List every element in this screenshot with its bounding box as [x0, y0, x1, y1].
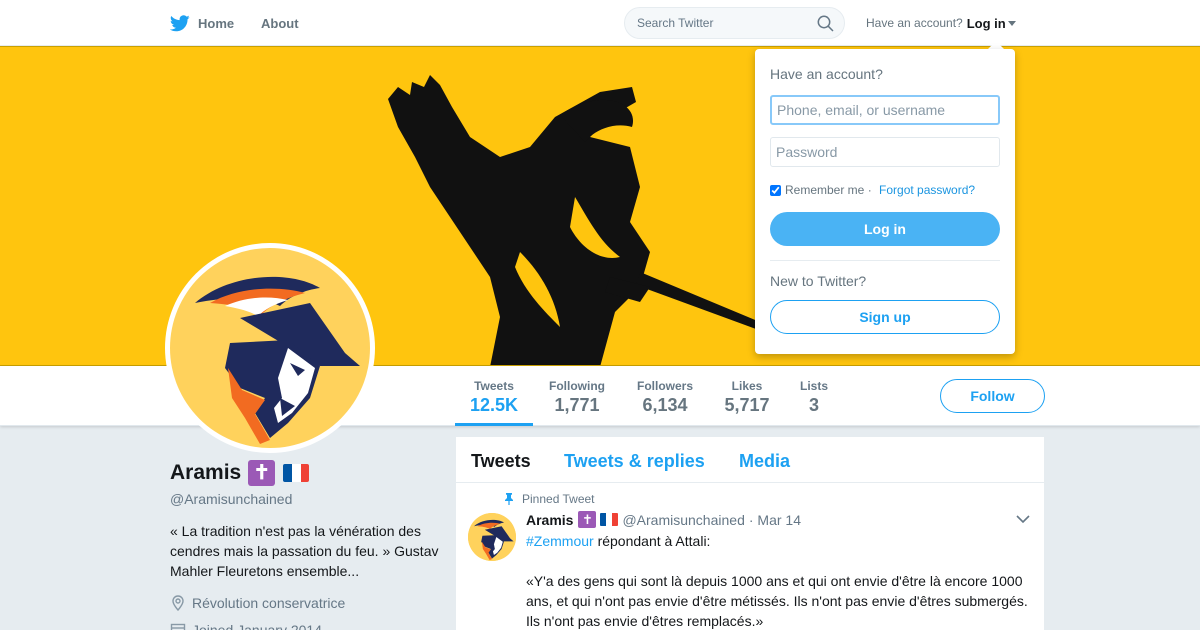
have-account-area: Have an account? Log in	[866, 0, 1016, 46]
profile-avatar[interactable]	[165, 243, 375, 453]
tweet-date[interactable]: · Mar 14	[749, 512, 801, 528]
nav-home[interactable]: Home	[170, 0, 234, 46]
stat-value: 6,134	[642, 395, 688, 415]
forgot-password-link[interactable]: Forgot password?	[879, 183, 975, 197]
location-pin-icon	[172, 595, 184, 611]
stat-label: Followers	[636, 379, 693, 393]
tweet-text: #Zemmour répondant à Attali: «Y'a des ge…	[526, 531, 1036, 630]
have-account-text: Have an account?	[866, 16, 963, 30]
profile-bio: « La tradition n'est pas la vénération d…	[170, 523, 439, 579]
france-flag-icon	[283, 464, 310, 482]
stat-following[interactable]: Following 1,771	[544, 366, 610, 426]
profile-joined-date: Joined January 2014	[170, 622, 322, 630]
chevron-down-icon[interactable]	[1016, 515, 1030, 524]
follow-button[interactable]: Follow	[940, 379, 1045, 413]
login-dropdown: Have an account? Remember me · Forgot pa…	[755, 49, 1015, 354]
top-nav-bar: Home About Have an account? Log in	[0, 0, 1200, 46]
stat-tweets[interactable]: Tweets 12.5K	[455, 366, 533, 426]
password-field[interactable]	[770, 137, 1000, 167]
stat-lists[interactable]: Lists 3	[796, 366, 832, 426]
stat-followers[interactable]: Followers 6,134	[632, 366, 698, 426]
stat-label: Following	[549, 379, 605, 393]
new-to-twitter-text: New to Twitter?	[770, 273, 867, 289]
pinned-tweet-text: Pinned Tweet	[522, 492, 595, 506]
dropdown-divider	[770, 260, 1000, 261]
search-icon[interactable]	[817, 15, 834, 32]
login-dropdown-toggle[interactable]: Log in	[967, 16, 1016, 31]
tweet-first-line: #Zemmour répondant à Attali:	[526, 531, 1036, 551]
stat-value: 1,771	[554, 395, 600, 415]
username-field[interactable]	[770, 95, 1000, 125]
signup-button[interactable]: Sign up	[770, 300, 1000, 334]
tab-media[interactable]: Media	[739, 451, 790, 472]
stat-label: Tweets	[474, 379, 514, 393]
remember-separator: ·	[864, 183, 876, 197]
tweet-first-line-text: répondant à Attali:	[593, 533, 711, 549]
twitter-bird-icon	[170, 14, 190, 31]
login-dropdown-title: Have an account?	[770, 66, 883, 82]
caret-down-icon	[1007, 20, 1016, 26]
tweet-author-avatar[interactable]	[468, 513, 516, 561]
tab-tweets-replies[interactable]: Tweets & replies	[564, 451, 705, 472]
stat-label: Lists	[799, 379, 828, 393]
profile-handle[interactable]: @Aramisunchained	[170, 491, 292, 507]
france-flag-icon	[600, 513, 619, 526]
tweet-author-handle[interactable]: @Aramisunchained	[622, 512, 744, 528]
musketeer-logo-image	[195, 276, 360, 444]
pinned-tweet-label: Pinned Tweet	[504, 492, 595, 506]
stat-label: Likes	[731, 379, 763, 393]
stat-value: 3	[808, 395, 819, 415]
nav-about[interactable]: About	[261, 0, 299, 46]
remember-me-label[interactable]: Remember me	[785, 183, 864, 197]
musketeer-logo-image	[468, 513, 516, 561]
profile-name: Aramis ✝	[170, 460, 310, 486]
login-link-label: Log in	[966, 15, 1006, 31]
search-input[interactable]	[625, 8, 805, 38]
pin-icon	[505, 493, 513, 505]
latin-cross-emoji-icon: ✝	[248, 460, 276, 486]
remember-me-row: Remember me · Forgot password?	[770, 183, 975, 197]
profile-name-text: Aramis	[170, 461, 242, 484]
tweet-author-name[interactable]: Aramis	[526, 512, 573, 528]
profile-location: Révolution conservatrice	[170, 595, 345, 611]
stat-likes[interactable]: Likes 5,717	[720, 366, 774, 426]
stat-value: 5,717	[724, 395, 770, 415]
timeline-panel: Tweets Tweets & replies Media Pinned Twe…	[456, 437, 1044, 630]
remember-me-checkbox[interactable]	[770, 184, 781, 196]
tweet-quote: «Y'a des gens qui sont là depuis 1000 an…	[526, 573, 1028, 629]
timeline-tabs: Tweets Tweets & replies Media	[456, 437, 1044, 483]
stat-value: 12.5K	[469, 395, 519, 415]
tweet-header: Aramis ✝ @Aramisunchained · Mar 14	[526, 511, 801, 528]
search-box[interactable]	[624, 7, 845, 39]
hashtag-link[interactable]: #Zemmour	[526, 533, 594, 549]
nav-home-label: Home	[198, 15, 235, 31]
calendar-icon	[170, 623, 186, 630]
tab-tweets[interactable]: Tweets	[471, 451, 531, 472]
profile-location-text: Révolution conservatrice	[192, 595, 346, 611]
profile-joined-text: Joined January 2014	[192, 622, 322, 630]
latin-cross-emoji-icon: ✝	[578, 511, 597, 528]
login-button[interactable]: Log in	[770, 212, 1000, 246]
